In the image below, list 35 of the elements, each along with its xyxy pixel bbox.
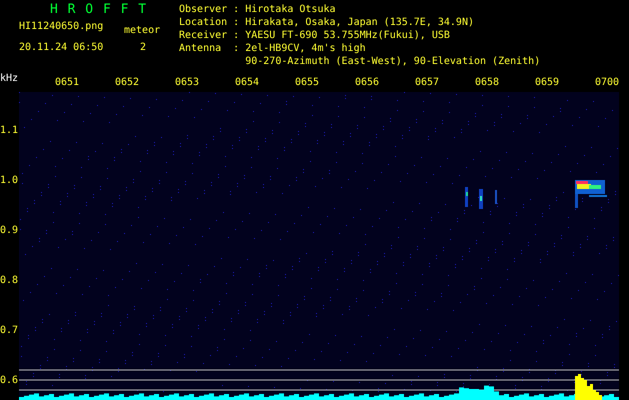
time-label: 0658 <box>475 77 499 88</box>
info-label: Receiver <box>179 29 228 42</box>
info-value: Hirakata, Osaka, Japan (135.7E, 34.9N) <box>245 16 474 29</box>
time-label: 0700 <box>595 77 619 88</box>
info-value: Hirotaka Otsuka <box>245 3 336 16</box>
frequency-label: 1.1 <box>0 124 19 138</box>
info-label: Location <box>179 16 228 29</box>
time-label: 0655 <box>295 77 319 88</box>
info-value: YAESU FT-690 53.755MHz(Fukui), USB <box>245 29 450 42</box>
info-label: Observer <box>179 3 228 16</box>
info-separator: : <box>233 16 240 29</box>
time-label: 0652 <box>115 77 139 88</box>
info-value: 90-270-Azimuth (East-West), 90-Elevation (Zenith) <box>245 55 540 68</box>
info-separator: : <box>233 29 240 42</box>
time-label: 0657 <box>415 77 439 88</box>
meteor-echo-drawing <box>465 187 497 209</box>
meteor-echo-drawing <box>575 180 607 208</box>
app-title: H R O F F T <box>49 1 148 17</box>
date-time: 20.11.24 06:50 <box>19 42 104 53</box>
time-label: 0659 <box>535 77 559 88</box>
info-value: 2el-HB9CV, 4m's high <box>245 42 366 55</box>
frequency-unit: kHz <box>0 73 19 84</box>
file-name: HI11240650.png <box>19 21 104 34</box>
frequency-label: 0.9 <box>0 224 19 238</box>
frequency-label: 0.8 <box>0 274 19 288</box>
frequency-label: 0.6 <box>0 374 19 388</box>
frequency-label: 1.0 <box>0 174 19 188</box>
time-label: 0653 <box>175 77 199 88</box>
time-label: 0651 <box>55 77 79 88</box>
info-separator: : <box>233 3 240 16</box>
time-label: 0654 <box>235 77 259 88</box>
frequency-label: 0.7 <box>0 324 19 338</box>
info-label: Antenna <box>179 42 222 55</box>
time-label: 0656 <box>355 77 379 88</box>
info-separator: : <box>233 42 240 55</box>
